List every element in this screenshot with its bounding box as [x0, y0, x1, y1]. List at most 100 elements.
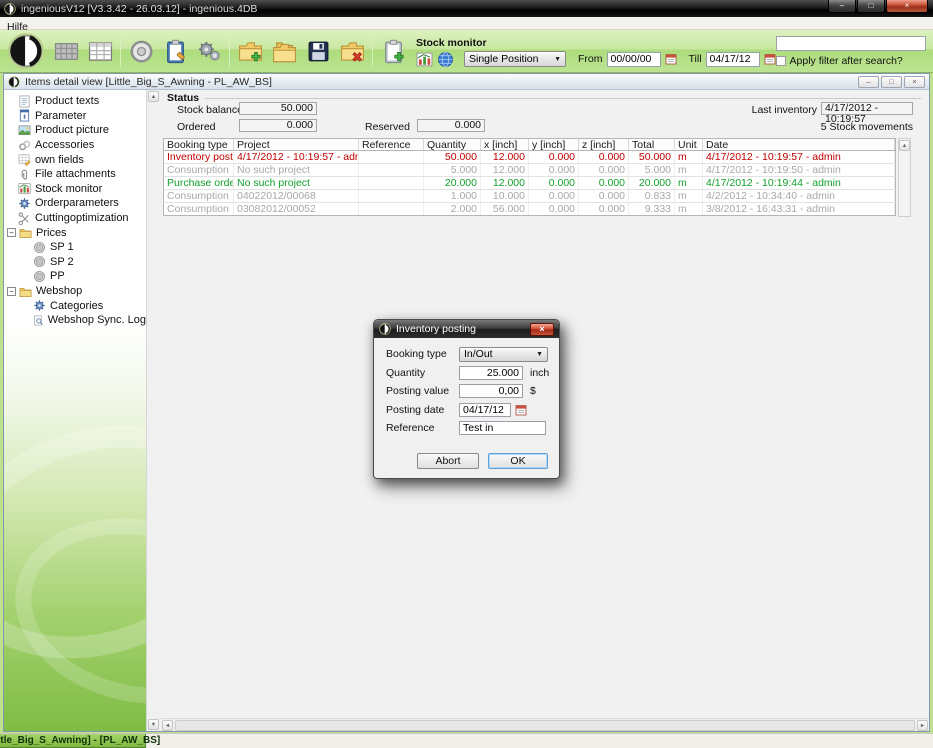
calendar-icon[interactable] [764, 53, 776, 65]
scrollbar-thumb[interactable] [175, 720, 915, 731]
duplicate-record-button[interactable] [267, 34, 301, 68]
rings-icon [18, 139, 31, 152]
till-date-input[interactable] [706, 52, 760, 67]
column-header-x-inch[interactable]: x [inch] [481, 139, 529, 150]
sidebar-item-webshop[interactable]: −Webshop [4, 284, 146, 299]
table-cell: 20.000 [424, 177, 481, 189]
dialog-titlebar[interactable]: Inventory posting × [374, 320, 559, 338]
stock-movements-table: Booking typeProjectReferenceQuantityx [i… [163, 138, 896, 216]
table-row[interactable]: Consumption03082012/000522.00056.0000.00… [163, 203, 896, 216]
mdi-titlebar[interactable]: Items detail view [Little_Big_S_Awning -… [4, 74, 929, 90]
sidebar-item-accessories[interactable]: Accessories [4, 138, 146, 153]
sidebar-item-prices[interactable]: −Prices [4, 225, 146, 240]
sidebar-item-orderparameters[interactable]: Orderparameters [4, 196, 146, 211]
table-cell: 0.833 [629, 190, 675, 202]
delete-record-button[interactable] [335, 34, 369, 68]
table-row[interactable]: Purchase orderNo such project20.00012.00… [163, 177, 896, 190]
table-row[interactable]: ConsumptionNo such project5.00012.0000.0… [163, 164, 896, 177]
calendar-icon[interactable] [665, 53, 677, 65]
column-header-reference[interactable]: Reference [359, 139, 424, 150]
sidebar-item-file-attachments[interactable]: File attachments [4, 167, 146, 182]
sidebar-item-pp[interactable]: PP [4, 269, 146, 284]
sidebar-item-cuttingoptimization[interactable]: Cuttingoptimization [4, 211, 146, 226]
scroll-up-button[interactable]: ▲ [148, 91, 159, 102]
table-row[interactable]: Inventory posting4/17/2012 - 10:19:57 - … [163, 151, 896, 164]
scroll-up-button[interactable]: ▲ [899, 140, 910, 151]
sidebar-item-product-texts[interactable]: Product texts [4, 94, 146, 109]
save-record-button[interactable] [301, 34, 335, 68]
field-label: Reference [386, 422, 459, 434]
table-cell: Consumption [164, 203, 234, 215]
sidebar-scrollbar[interactable]: ▲ ▼ [146, 90, 160, 731]
close-button[interactable]: × [886, 0, 928, 13]
edit-record-button[interactable] [158, 34, 192, 68]
apply-filter-checkbox[interactable]: Apply filter after search? [776, 55, 903, 67]
sidebar-item-product-picture[interactable]: Product picture [4, 123, 146, 138]
collapse-expander-icon[interactable]: − [7, 287, 16, 296]
horizontal-scrollbar[interactable]: ◄ ► [161, 718, 929, 731]
active-item-tab[interactable]: [Little_Big_S_Awning] - [PL_AW_BS] [0, 734, 146, 748]
gear-blue-icon [18, 197, 31, 210]
column-header-unit[interactable]: Unit [675, 139, 703, 150]
stock-chart-icon[interactable] [416, 51, 433, 68]
maximize-button[interactable]: □ [857, 0, 885, 13]
sidebar-item-label: Product picture [35, 124, 109, 136]
scroll-down-button[interactable]: ▼ [148, 719, 159, 730]
table-cell: Inventory posting [164, 151, 234, 163]
table-cell: No such project [234, 177, 359, 189]
column-header-y-inch[interactable]: y [inch] [529, 139, 579, 150]
dialog-close-button[interactable]: × [530, 323, 554, 336]
mdi-maximize-button[interactable]: □ [881, 76, 902, 88]
doc-lines-icon [18, 95, 31, 108]
collapse-expander-icon[interactable]: − [7, 228, 16, 237]
new-record-button[interactable] [233, 34, 267, 68]
mdi-close-button[interactable]: × [904, 76, 925, 88]
mdi-minimize-button[interactable]: – [858, 76, 879, 88]
sidebar-item-stock-monitor[interactable]: Stock monitor [4, 182, 146, 197]
column-header-booking-type[interactable]: Booking type [164, 139, 234, 150]
sidebar-item-own-fields[interactable]: own fields [4, 152, 146, 167]
search-input[interactable] [776, 36, 926, 51]
gear-blue-icon [33, 299, 46, 312]
minimize-button[interactable]: – [828, 0, 856, 13]
table-row[interactable]: Consumption04022012/000681.00010.0000.00… [163, 190, 896, 203]
column-header-date[interactable]: Date [703, 139, 895, 150]
scroll-right-button[interactable]: ► [917, 720, 928, 731]
mdi-window-controls: – □ × [858, 76, 925, 88]
booking-type-select[interactable]: In/Out▼ [459, 347, 548, 362]
column-header-total[interactable]: Total [629, 139, 675, 150]
from-date-input[interactable] [607, 52, 661, 67]
column-header-quantity[interactable]: Quantity [424, 139, 481, 150]
column-header-z-inch[interactable]: z [inch] [579, 139, 629, 150]
reference-input[interactable] [459, 421, 546, 435]
settings-button[interactable] [192, 34, 226, 68]
sidebar-item-categories[interactable]: Categories [4, 298, 146, 313]
scroll-left-button[interactable]: ◄ [162, 720, 173, 731]
sidebar-item-sp-1[interactable]: SP 1 [4, 240, 146, 255]
table-cell: 4/17/2012 - 10:19:44 - admin [703, 177, 895, 189]
folder-plus-icon [238, 39, 263, 64]
table-cell: 3/8/2012 - 16:43:31 - admin [703, 203, 895, 215]
posting-value-input[interactable] [459, 384, 523, 398]
new-posting-button[interactable] [376, 34, 410, 68]
sidebar-item-sp-2[interactable]: SP 2 [4, 255, 146, 270]
calendar-icon[interactable] [515, 404, 527, 416]
grid-view-button[interactable] [49, 34, 83, 68]
app-logo-button[interactable] [3, 30, 49, 72]
sidebar-item-parameter[interactable]: Parameter [4, 109, 146, 124]
sidebar-item-webshop-sync-log[interactable]: Webshop Sync. Log [4, 313, 146, 328]
globe-icon[interactable] [437, 51, 454, 68]
column-header-project[interactable]: Project [234, 139, 359, 150]
sidebar-item-label: Cuttingoptimization [35, 212, 129, 224]
posting-date-input[interactable] [459, 403, 511, 417]
ok-button[interactable]: OK [488, 453, 548, 469]
abort-button[interactable]: Abort [417, 453, 479, 469]
history-button[interactable] [124, 34, 158, 68]
table-cell: m [675, 177, 703, 189]
table-cell: 0.000 [529, 164, 579, 176]
quantity-input[interactable] [459, 366, 523, 380]
list-view-button[interactable] [83, 34, 117, 68]
table-cell: 4/2/2012 - 10:34:40 - admin [703, 190, 895, 202]
position-select[interactable]: Single Position ▼ [464, 51, 566, 67]
table-scrollbar[interactable]: ▲ [898, 138, 911, 217]
